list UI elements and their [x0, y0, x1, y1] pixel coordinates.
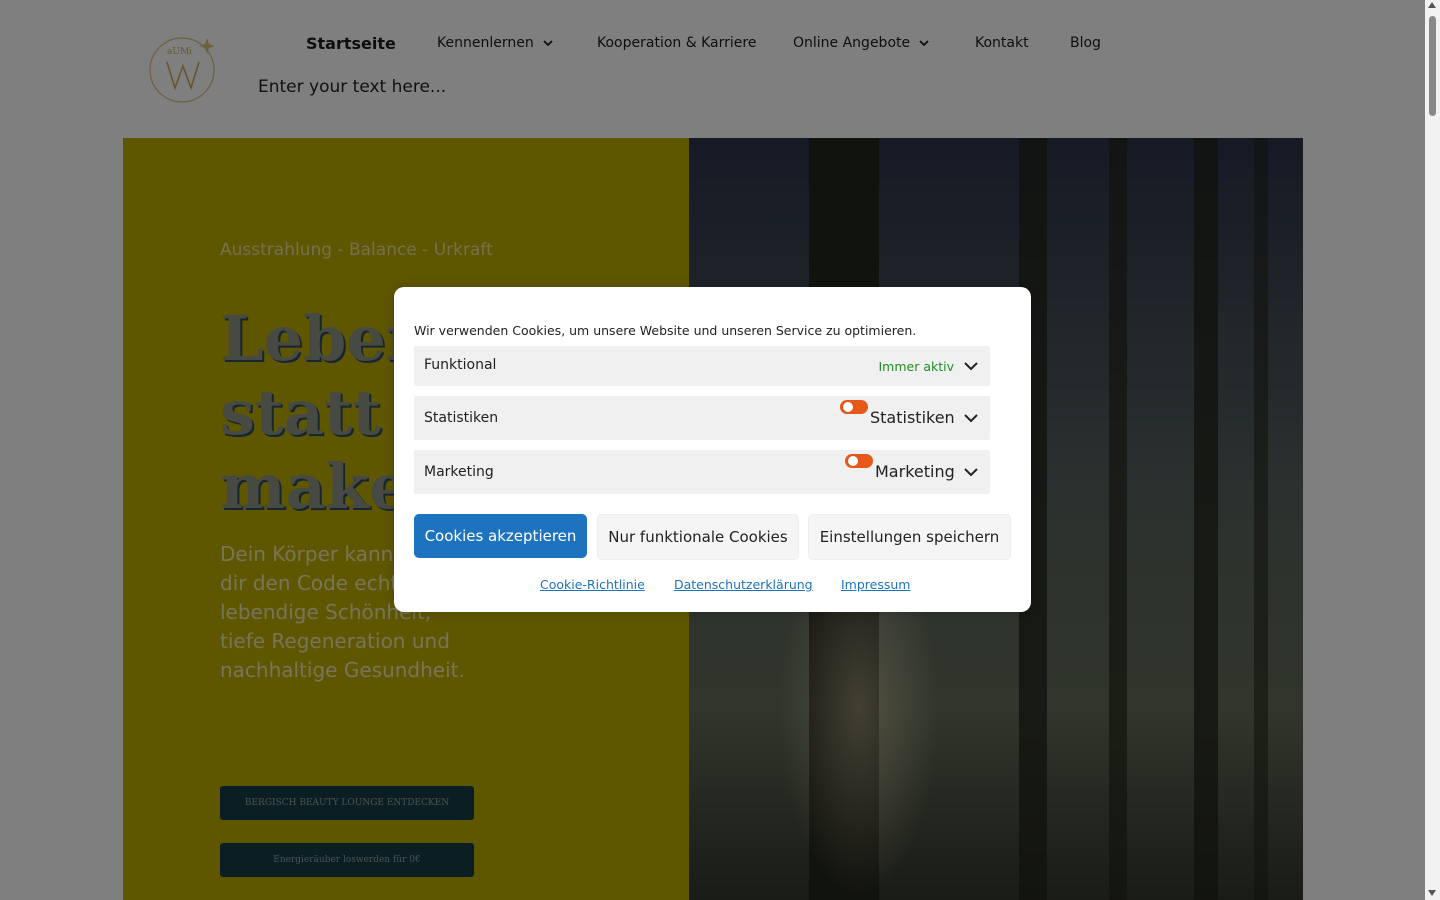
category-label: Funktional	[424, 357, 497, 373]
cookie-consent-dialog: Wir verwenden Cookies, um unsere Website…	[394, 287, 1031, 612]
page-scrollbar[interactable]	[1425, 0, 1440, 900]
statistiken-toggle[interactable]	[840, 400, 868, 414]
functional-only-button[interactable]: Nur funktionale Cookies	[597, 514, 799, 560]
scroll-up-icon[interactable]	[1428, 2, 1436, 8]
chevron-down-icon[interactable]	[964, 465, 978, 479]
marketing-toggle[interactable]	[845, 454, 873, 468]
imprint-link[interactable]: Impressum	[841, 577, 910, 592]
cookie-category-marketing[interactable]: Marketing Marketing	[414, 450, 990, 494]
toggle-label: Statistiken	[870, 408, 955, 427]
chevron-down-icon[interactable]	[964, 359, 978, 373]
cookie-policy-link[interactable]: Cookie-Richtlinie	[540, 577, 645, 592]
toggle-label: Marketing	[875, 462, 955, 481]
accept-cookies-button[interactable]: Cookies akzeptieren	[414, 514, 587, 558]
cookie-category-funktional[interactable]: Funktional Immer aktiv	[414, 346, 990, 386]
category-label: Statistiken	[424, 410, 499, 426]
save-settings-button[interactable]: Einstellungen speichern	[808, 514, 1011, 560]
always-active-status: Immer aktiv	[878, 359, 954, 374]
chevron-down-icon[interactable]	[964, 411, 978, 425]
scrollbar-thumb[interactable]	[1429, 16, 1436, 116]
cookie-message: Wir verwenden Cookies, um unsere Website…	[414, 323, 917, 338]
scroll-down-icon[interactable]	[1428, 890, 1436, 896]
category-label: Marketing	[424, 464, 494, 480]
cookie-category-statistiken[interactable]: Statistiken Statistiken	[414, 396, 990, 440]
privacy-policy-link[interactable]: Datenschutzerklärung	[674, 577, 813, 592]
